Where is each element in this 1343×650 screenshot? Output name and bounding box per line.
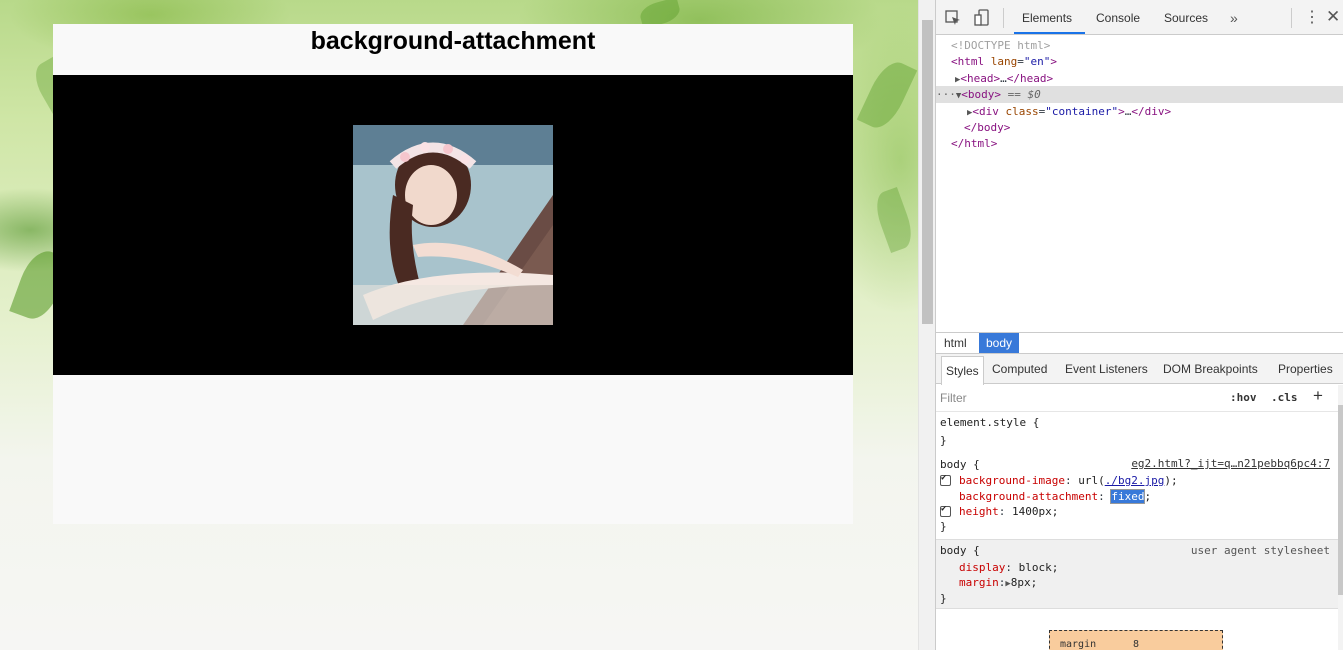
- doctype-text: <!DOCTYPE html>: [951, 39, 1051, 52]
- devtools-panel: Elements Console Sources » ⋮ ✕ <!DOCTYPE…: [935, 0, 1343, 650]
- dom-node-html[interactable]: <html lang="en">: [936, 53, 1343, 70]
- user-agent-rule: body { user agent stylesheet display: bl…: [936, 539, 1338, 609]
- rule-close-brace: }: [940, 434, 947, 447]
- inspect-element-icon[interactable]: [944, 9, 962, 27]
- rule-close-brace: }: [940, 592, 947, 605]
- hover-state-toggle[interactable]: :hov: [1230, 391, 1257, 404]
- page-heading: background-attachment: [310, 27, 596, 55]
- device-toolbar-icon[interactable]: [974, 9, 992, 27]
- css-rule-background-image[interactable]: background-image: url(./bg2.jpg);: [959, 473, 1178, 488]
- breadcrumb-body[interactable]: body: [979, 333, 1020, 353]
- kebab-menu-icon[interactable]: ⋮: [1304, 9, 1320, 27]
- css-rule-height[interactable]: height: 1400px;: [959, 504, 1058, 519]
- dom-node-html-close[interactable]: </html>: [936, 135, 1343, 152]
- css-prop-value[interactable]: 1400px;: [1012, 505, 1058, 518]
- new-rule-button[interactable]: +: [1313, 386, 1323, 406]
- box-model-margin-label: margin: [1060, 639, 1097, 650]
- css-prop-value: block;: [1018, 561, 1059, 574]
- page-viewport: background-attachment: [0, 0, 918, 650]
- html-attr-name: lang: [990, 55, 1018, 68]
- head-close-tag-name: head: [1020, 72, 1047, 85]
- toolbar-separator: [1291, 8, 1292, 28]
- more-tabs-icon[interactable]: »: [1230, 0, 1238, 35]
- close-icon[interactable]: ✕: [1326, 6, 1340, 28]
- ua-rule-display: display: block;: [959, 561, 1059, 574]
- ua-rule-selector: body {: [940, 544, 980, 557]
- css-value-editing-field[interactable]: fixed: [1110, 489, 1146, 504]
- black-stage: [53, 75, 853, 375]
- tab-styles[interactable]: Styles: [941, 356, 984, 385]
- div-close-tag-name: div: [1144, 105, 1165, 118]
- tab-console[interactable]: Console: [1096, 0, 1140, 35]
- css-prop-value: 8px;: [1010, 576, 1038, 589]
- tab-dom-breakpoints[interactable]: DOM Breakpoints: [1163, 354, 1258, 383]
- dom-node-body-close[interactable]: </body>: [936, 119, 1343, 136]
- filter-input[interactable]: Filter: [940, 391, 967, 405]
- element-style-selector: element.style {: [940, 416, 1040, 429]
- body-close-tag: /body: [970, 121, 1004, 134]
- devtools-toolbar: Elements Console Sources » ⋮ ✕: [936, 0, 1343, 35]
- body-tag-name: body: [967, 88, 995, 101]
- active-tab-indicator: [1014, 32, 1085, 34]
- styles-filter-row: Filter :hov .cls +: [936, 385, 1338, 412]
- div-attr-name: class: [1005, 105, 1039, 118]
- rule-close-brace: }: [940, 520, 947, 533]
- leaf-decoration: [856, 56, 918, 134]
- html-tag-name: html: [957, 55, 985, 68]
- body-rule-selector[interactable]: body {: [940, 457, 980, 472]
- styles-pane: element.style { } body { eg2.html?_ijt=q…: [936, 412, 1338, 650]
- css-prop-name: display: [959, 561, 1006, 574]
- head-ellipsis: …: [1000, 72, 1007, 85]
- styles-subtabs: Styles Computed Event Listeners DOM Brea…: [936, 354, 1343, 385]
- ua-rule-margin: margin:▶8px;: [959, 576, 1038, 589]
- property-checkbox[interactable]: [940, 504, 951, 517]
- dom-node-doctype[interactable]: <!DOCTYPE html>: [936, 37, 1343, 54]
- source-file-link[interactable]: eg2.html?_ijt=q…n21pebbq6pc4:7: [1131, 457, 1330, 470]
- dom-node-head[interactable]: ▶<head>…</head>: [936, 70, 1343, 87]
- tab-event-listeners[interactable]: Event Listeners: [1065, 354, 1148, 383]
- div-attr-value: "container": [1045, 105, 1119, 118]
- div-tag-name: div: [979, 105, 999, 118]
- css-prop-name: height: [959, 505, 999, 518]
- selected-node-marker: == $0: [1007, 88, 1041, 101]
- styles-scrollbar[interactable]: [1338, 385, 1343, 650]
- photo-illustration: [353, 125, 553, 325]
- leaf-decoration: [870, 187, 918, 253]
- box-model-margin-value[interactable]: 8: [1133, 639, 1139, 650]
- tab-properties[interactable]: Properties: [1278, 354, 1333, 383]
- styles-scroll-thumb[interactable]: [1338, 405, 1343, 595]
- css-prop-name: background-image: [959, 474, 1065, 487]
- girl-photo: [353, 125, 553, 325]
- tab-elements[interactable]: Elements: [1022, 0, 1072, 35]
- tab-computed[interactable]: Computed: [992, 354, 1047, 383]
- dom-node-body-selected[interactable]: ···▼<body> == $0: [936, 86, 1343, 103]
- head-tag-name: head: [967, 72, 994, 85]
- page-container: background-attachment: [53, 24, 853, 524]
- css-url-link[interactable]: ./bg2.jpg: [1105, 474, 1165, 487]
- css-semicolon: ;: [1144, 490, 1152, 503]
- html-close-tag: /html: [957, 137, 991, 150]
- page-scrollbar[interactable]: [918, 0, 935, 650]
- css-prop-name: background-attachment: [959, 490, 1099, 503]
- dom-tree: <!DOCTYPE html> <html lang="en"> ▶<head>…: [936, 36, 1343, 332]
- box-model-margin: margin 8: [1049, 630, 1223, 650]
- html-attr-value: "en": [1023, 55, 1051, 68]
- tab-sources[interactable]: Sources: [1164, 0, 1208, 35]
- toolbar-separator: [1003, 8, 1004, 28]
- page-scroll-thumb[interactable]: [922, 20, 933, 324]
- breadcrumb-html[interactable]: html: [939, 333, 972, 353]
- css-rule-background-attachment[interactable]: background-attachment: fixed;: [959, 489, 1151, 504]
- property-checkbox[interactable]: [940, 473, 951, 486]
- dom-node-div-container[interactable]: ▶<div class="container">…</div>: [936, 103, 1343, 120]
- class-toggle[interactable]: .cls: [1271, 391, 1298, 404]
- breadcrumb: html body: [936, 332, 1343, 354]
- css-url-suffix: );: [1164, 474, 1178, 487]
- user-agent-stylesheet-label: user agent stylesheet: [1190, 544, 1330, 557]
- css-prop-name: margin: [959, 576, 999, 589]
- css-url-prefix: url(: [1078, 474, 1105, 487]
